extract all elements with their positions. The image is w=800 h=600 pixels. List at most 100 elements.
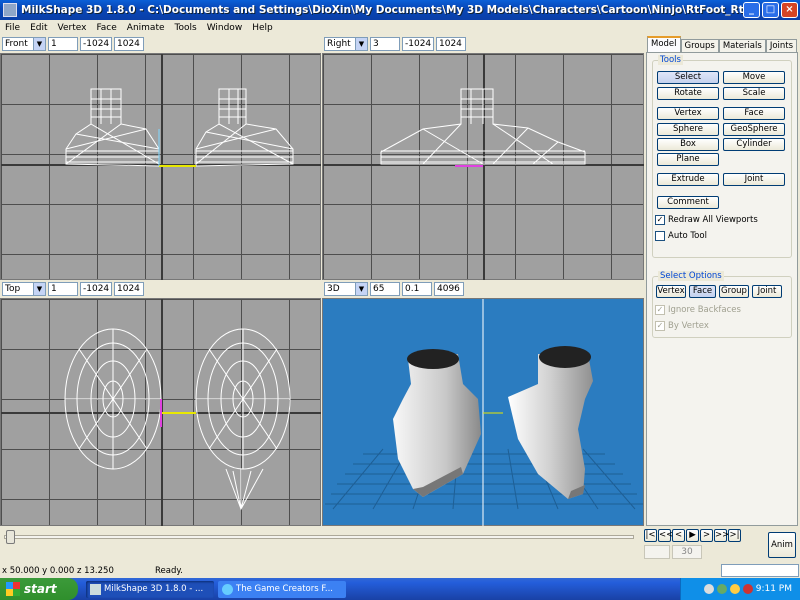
start-button[interactable]: start [0,578,78,600]
tab-joints[interactable]: Joints [765,39,798,52]
front-wireframe [1,54,321,280]
next-key-icon[interactable]: >> [714,529,729,542]
anim-toggle-button[interactable]: Anim [768,532,796,558]
next-frame-icon[interactable]: > [700,529,713,542]
select-options-legend: Select Options [658,271,724,281]
box-tool-button[interactable]: Box [657,138,719,151]
chevron-down-icon[interactable]: ▼ [355,283,367,295]
check-icon[interactable]: ✓ [655,321,665,331]
move-tool-button[interactable]: Move [723,71,785,84]
tools-group: Tools Select Move Rotate Scale Vertex Fa… [652,55,792,258]
right-zoom-field[interactable]: 3 [370,37,400,51]
select-face-button[interactable]: Face [689,285,716,298]
select-vertex-button[interactable]: Vertex [656,285,686,298]
right-max-field[interactable]: 1024 [436,37,466,51]
redraw-all-viewports-checkbox[interactable]: ✓ Redraw All Viewports [655,215,758,225]
far-clip-field[interactable]: 4096 [434,282,464,296]
coordinate-readout: x 50.000 y 0.000 z 13.250 [2,565,114,576]
extrude-tool-button[interactable]: Extrude [657,173,719,186]
fov-field[interactable]: 65 [370,282,400,296]
check-icon[interactable]: ✓ [655,305,665,315]
clock[interactable]: 9:11 PM [756,584,792,594]
security-icon[interactable] [742,584,753,594]
by-vertex-checkbox[interactable]: ✓ By Vertex [655,321,709,331]
menu-file[interactable]: File [0,23,25,33]
menu-vertex[interactable]: Vertex [53,23,92,33]
timeline-slider-handle[interactable] [6,530,15,544]
taskbar-item-browser[interactable]: The Game Creators F... [218,580,346,598]
volume-icon[interactable] [729,584,740,594]
joint-tool-button[interactable]: Joint [723,173,785,186]
play-icon[interactable]: ▶ [686,529,699,542]
top-viewport-canvas[interactable] [0,298,321,526]
system-tray: 9:11 PM [680,578,800,600]
sphere-tool-button[interactable]: Sphere [657,123,719,136]
plane-tool-button[interactable]: Plane [657,153,719,166]
redraw-label: Redraw All Viewports [668,215,758,225]
menu-tools[interactable]: Tools [170,23,202,33]
front-zoom-field[interactable]: 1 [48,37,78,51]
select-group-button[interactable]: Group [719,285,749,298]
prev-key-icon[interactable]: << [658,529,673,542]
chevron-down-icon[interactable]: ▼ [33,283,45,295]
chevron-down-icon[interactable]: ▼ [33,38,45,50]
menu-edit[interactable]: Edit [25,23,52,33]
menu-window[interactable]: Window [202,23,248,33]
timeline-track[interactable] [4,535,634,539]
maximize-button[interactable]: □ [762,2,779,18]
vertex-tool-button[interactable]: Vertex [657,107,719,120]
right-min-field[interactable]: -1024 [402,37,434,51]
perspective-canvas[interactable] [322,298,644,526]
comment-tool-button[interactable]: Comment [657,196,719,209]
select-joint-button[interactable]: Joint [752,285,782,298]
left-boot-opening [407,349,459,369]
scale-tool-button[interactable]: Scale [723,87,785,100]
select-tool-button[interactable]: Select [657,71,719,84]
top-max-field[interactable]: 1024 [114,282,144,296]
auto-tool-checkbox[interactable]: Auto Tool [655,231,707,241]
tab-model[interactable]: Model [647,36,681,52]
chevron-down-icon[interactable]: ▼ [355,38,367,50]
front-min-field[interactable]: -1024 [80,37,112,51]
tray-arrow-icon[interactable] [703,584,714,594]
tab-groups[interactable]: Groups [680,39,719,52]
ignore-backfaces-checkbox[interactable]: ✓ Ignore Backfaces [655,305,741,315]
front-view-select[interactable]: Front ▼ [2,37,46,51]
menu-animate[interactable]: Animate [122,23,170,33]
perspective-view-select[interactable]: 3D ▼ [324,282,368,296]
total-frames-field[interactable]: 30 [672,545,702,559]
top-view-label: Top [5,284,21,294]
top-zoom-field[interactable]: 1 [48,282,78,296]
right-viewport-canvas[interactable] [322,53,644,280]
check-icon[interactable]: ✓ [655,215,665,225]
front-viewport: Front ▼ 1 -1024 1024 [0,36,321,280]
windows-flag-icon [6,582,20,596]
by-vertex-label: By Vertex [668,321,709,331]
close-button[interactable]: × [781,2,798,18]
last-frame-icon[interactable]: >| [728,529,741,542]
tab-materials[interactable]: Materials [718,39,766,52]
rotate-tool-button[interactable]: Rotate [657,87,719,100]
top-view-select[interactable]: Top ▼ [2,282,46,296]
menu-face[interactable]: Face [91,23,121,33]
cylinder-tool-button[interactable]: Cylinder [723,138,785,151]
network-icon[interactable] [716,584,727,594]
near-clip-field[interactable]: 0.1 [402,282,432,296]
geosphere-tool-button[interactable]: GeoSphere [723,123,785,136]
minimize-button[interactable]: _ [743,2,760,18]
perspective-viewport-toolbar: 3D ▼ 65 0.1 4096 [322,281,644,297]
face-tool-button[interactable]: Face [723,107,785,120]
checkbox-empty-icon[interactable] [655,231,665,241]
menu-help[interactable]: Help [247,23,278,33]
taskbar-item-milkshape[interactable]: MilkShape 3D 1.8.0 - ... [86,580,214,598]
current-frame-field[interactable] [644,545,670,559]
right-view-select[interactable]: Right ▼ [324,37,368,51]
front-max-field[interactable]: 1024 [114,37,144,51]
top-min-field[interactable]: -1024 [80,282,112,296]
front-view-label: Front [5,39,28,49]
front-viewport-canvas[interactable] [0,53,321,280]
prev-frame-icon[interactable]: < [672,529,685,542]
first-frame-icon[interactable]: |< [644,529,657,542]
start-label: start [24,582,57,596]
right-viewport: Right ▼ 3 -1024 1024 [322,36,644,280]
